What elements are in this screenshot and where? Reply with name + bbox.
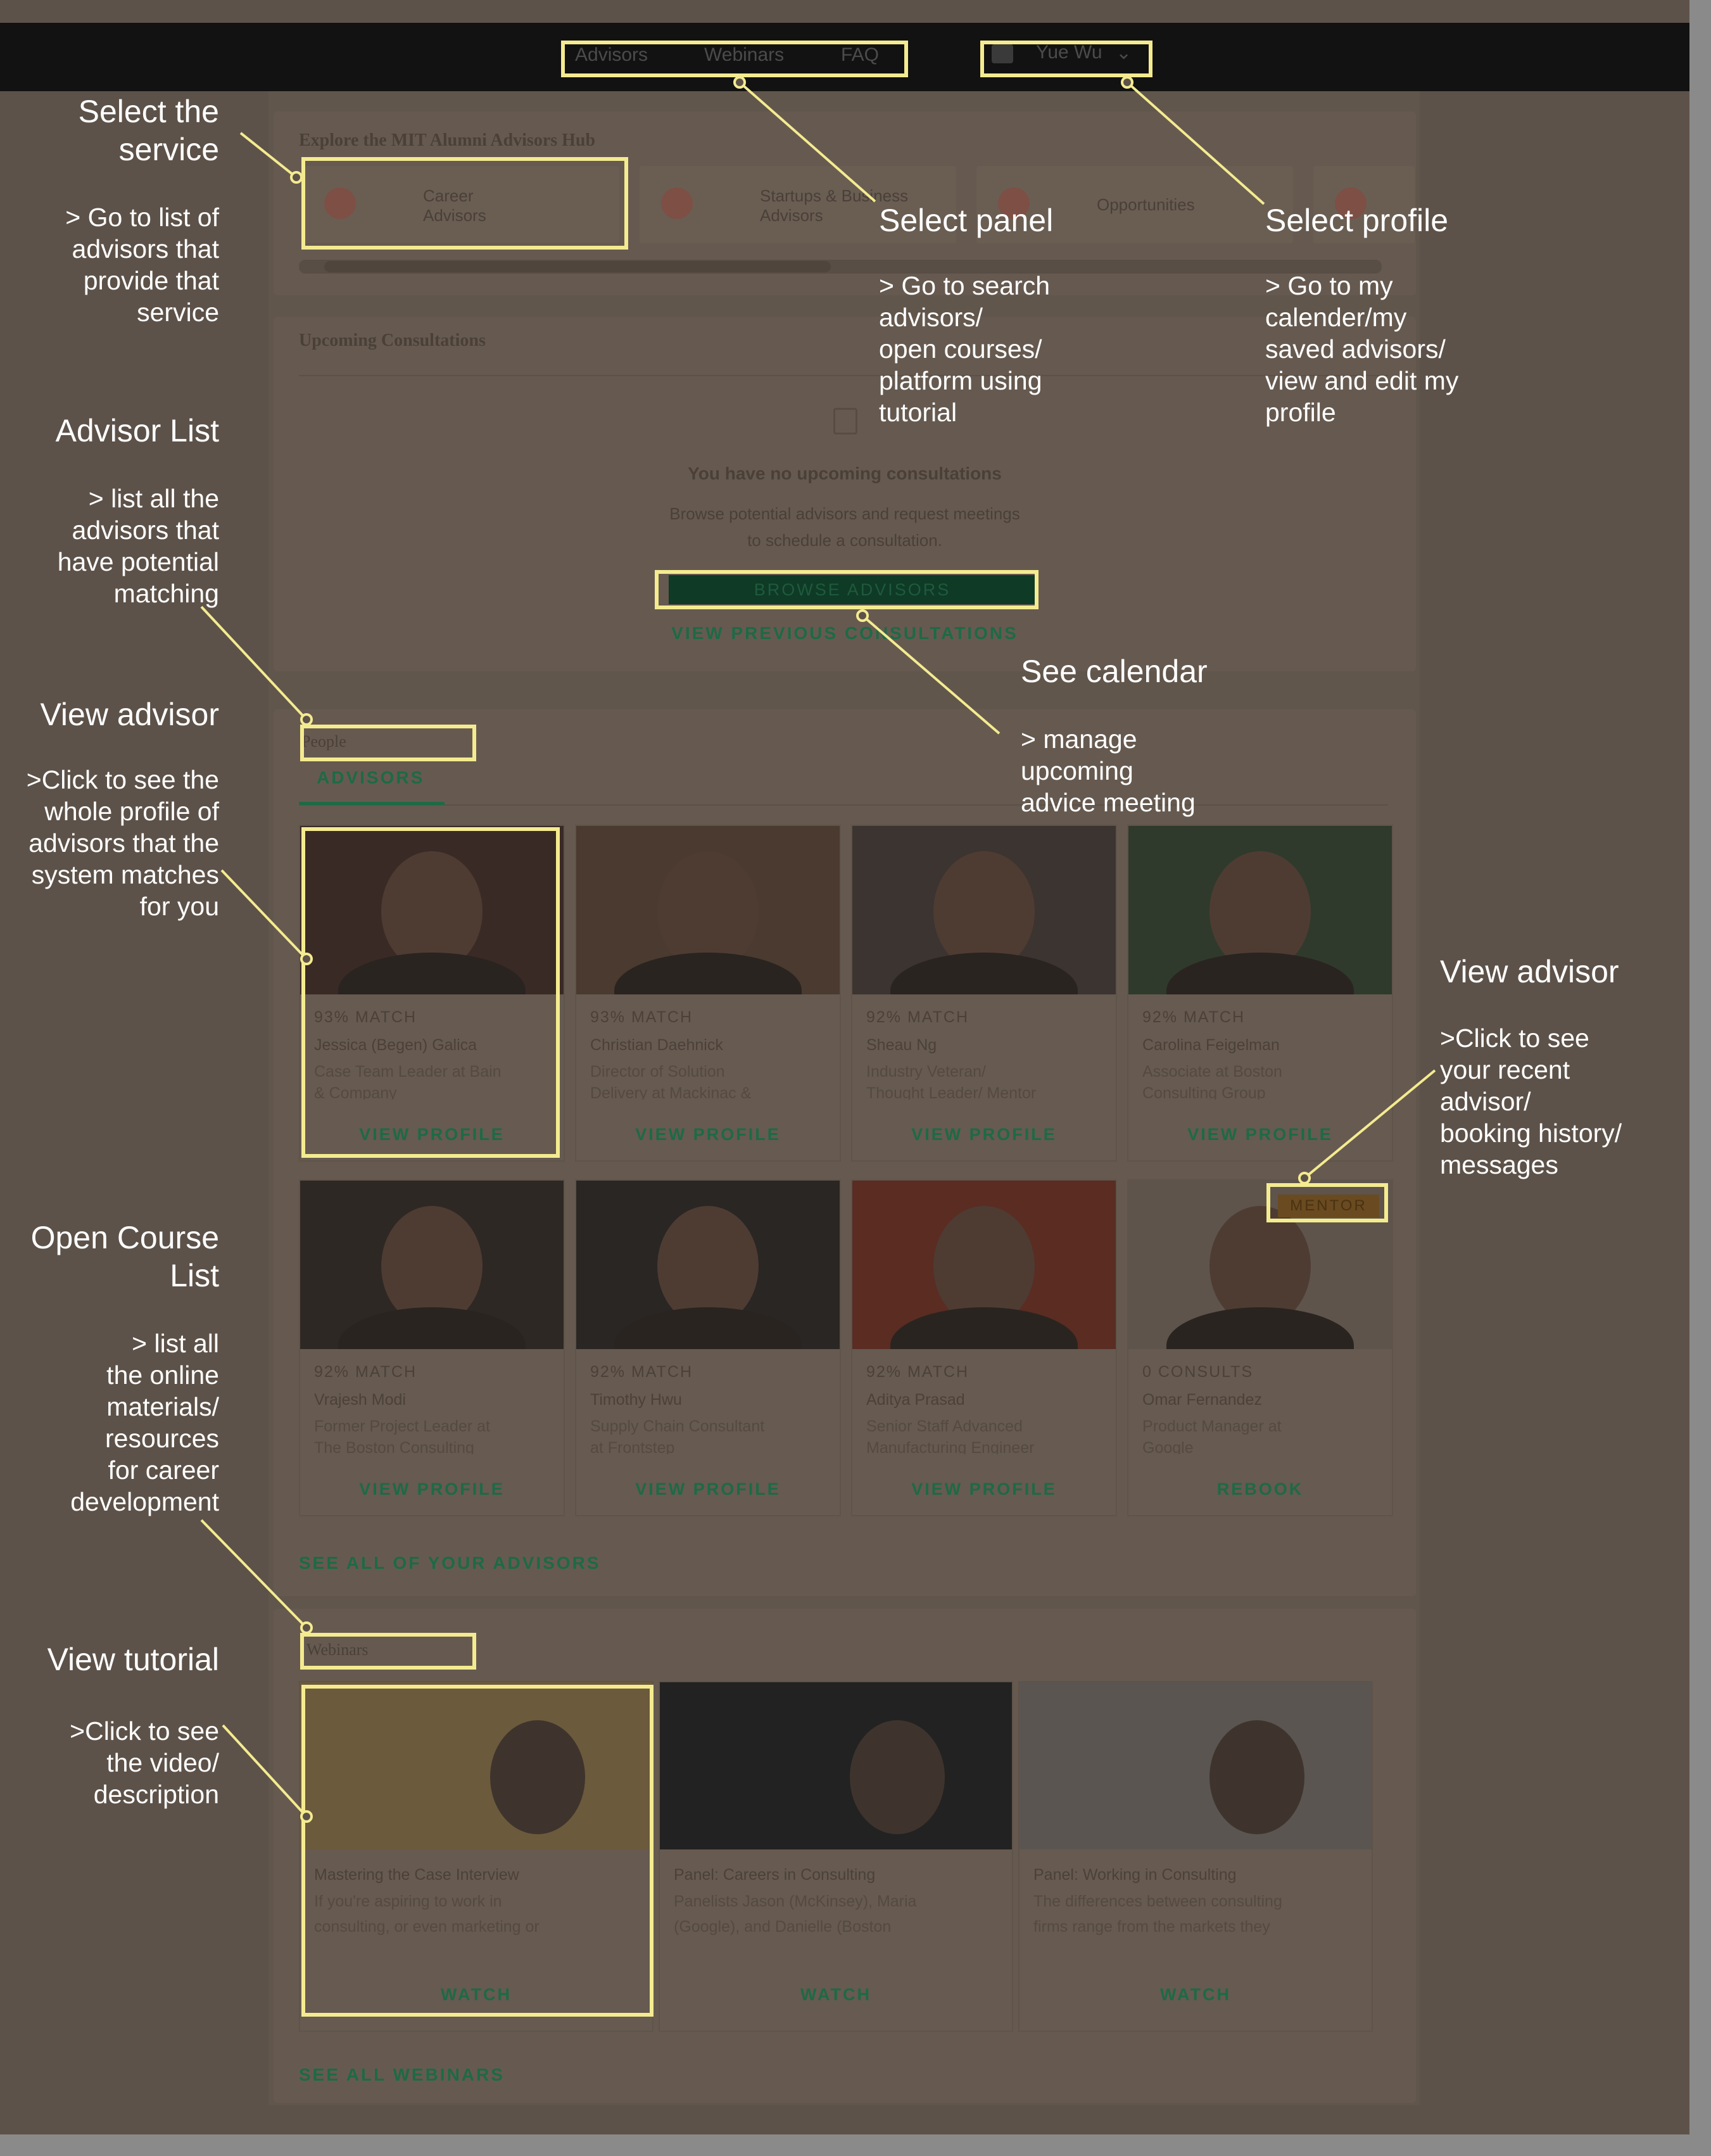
- annotation-advisor-list-title: Advisor List: [55, 413, 219, 448]
- annotation-select-service-title: Select the service: [78, 94, 219, 167]
- annotation-select-panel-desc: > Go to search advisors/ open courses/ p…: [879, 271, 1051, 427]
- screenshot-canvas: Advisors Webinars FAQ Yue Wu ⌄ Explore t…: [0, 0, 1689, 2134]
- connector-dot: [300, 953, 313, 965]
- connector-dot: [856, 609, 869, 622]
- annotation-select-profile-title: Select profile: [1265, 203, 1449, 238]
- annotation-view-advisor-right-title: View advisor: [1440, 954, 1619, 989]
- connector-dot: [300, 1810, 313, 1823]
- connector-dot: [1121, 76, 1133, 89]
- connector-line: [200, 1519, 308, 1629]
- connector-line: [222, 1724, 308, 1818]
- connector-line: [220, 869, 308, 960]
- connector-line: [1303, 1069, 1436, 1179]
- annotation-open-course-desc: > list all the online materials/ resourc…: [70, 1329, 219, 1516]
- connector-line: [239, 132, 298, 179]
- connector-dot: [290, 171, 303, 184]
- annotation-open-course-title: Open Course List: [30, 1220, 219, 1293]
- annotation-view-advisor-title: View advisor: [40, 697, 219, 732]
- annotation-select-profile-desc: > Go to my calender/my saved advisors/ v…: [1265, 271, 1459, 427]
- connector-dot: [300, 1621, 313, 1634]
- connector-dot: [1298, 1172, 1311, 1184]
- annotation-view-tutorial-title: View tutorial: [47, 1642, 219, 1677]
- annotation-select-panel-title: Select panel: [879, 203, 1054, 238]
- annotation-view-tutorial-desc: >Click to see the video/ description: [70, 1716, 219, 1809]
- connector-dot: [300, 713, 313, 726]
- connector-line: [861, 614, 1001, 735]
- annotation-advisor-list-desc: > list all the advisors that have potent…: [57, 484, 219, 608]
- annotation-select-service-desc: > Go to list of advisors that provide th…: [65, 203, 219, 327]
- connector-dot: [733, 76, 746, 89]
- connector-line: [1126, 81, 1265, 205]
- annotation-view-advisor-desc: >Click to see the whole profile of advis…: [26, 765, 219, 921]
- connector-line: [738, 81, 876, 203]
- annotation-see-calendar-desc: > manage upcoming advice meeting: [1021, 725, 1196, 817]
- annotation-view-advisor-right-desc: >Click to see your recent advisor/ booki…: [1440, 1024, 1622, 1179]
- annotation-see-calendar-title: See calendar: [1021, 654, 1208, 689]
